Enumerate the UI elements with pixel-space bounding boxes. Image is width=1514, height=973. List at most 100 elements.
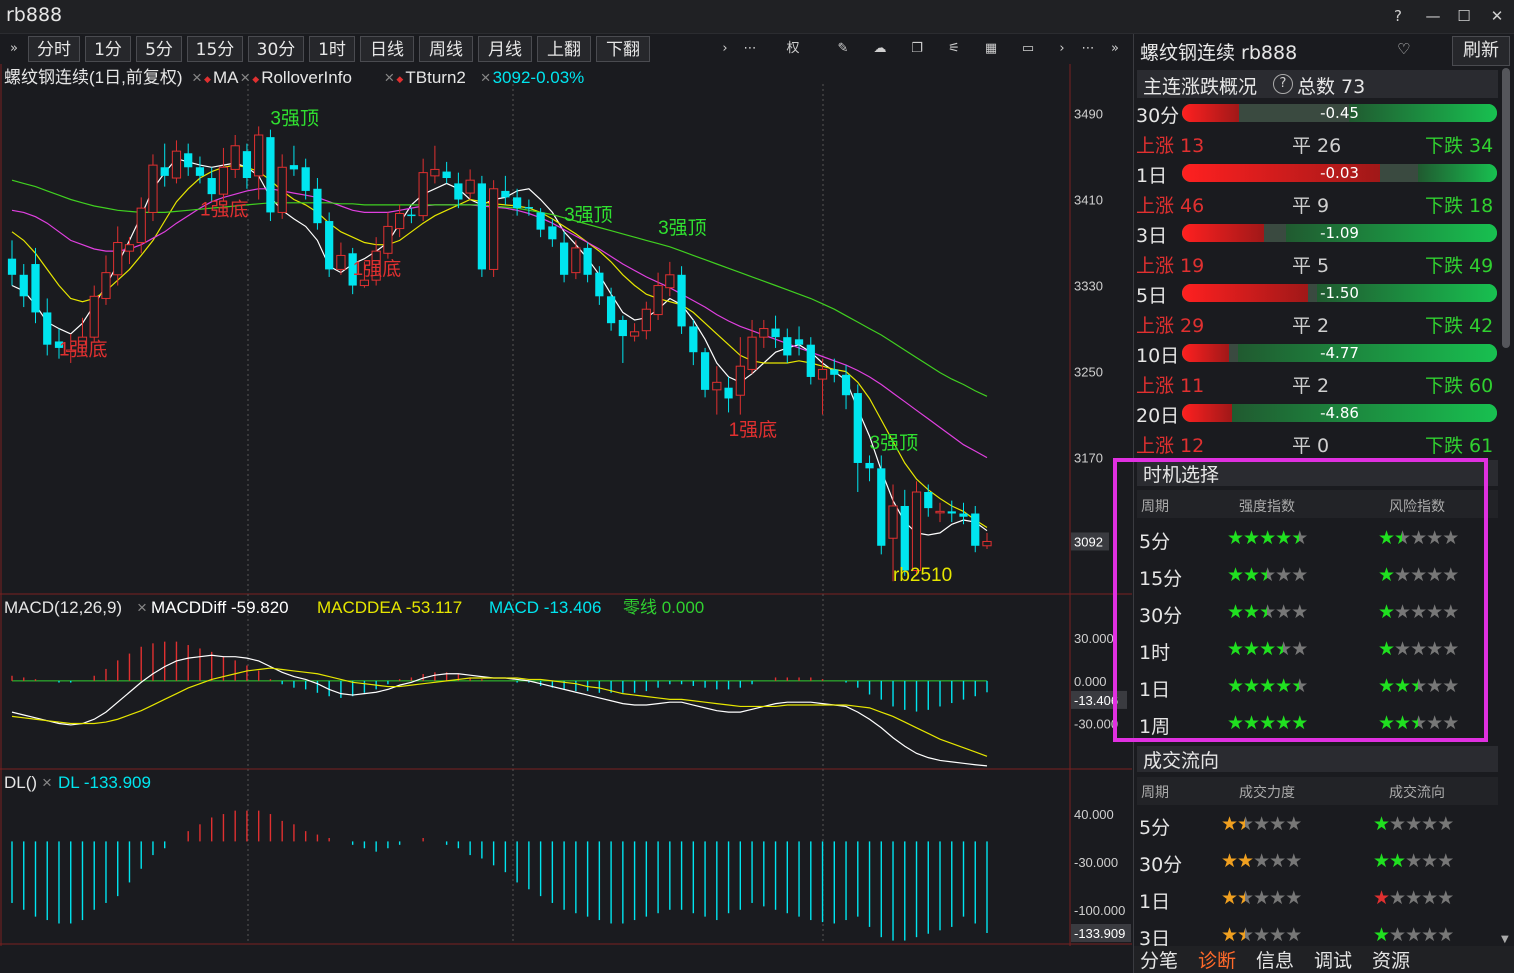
tab-1[interactable]: 诊断 bbox=[1198, 946, 1236, 973]
signal-annotation: 3强顶 bbox=[870, 433, 919, 454]
ytick-main: 3330 bbox=[1074, 279, 1103, 294]
signal-annotation: 3强顶 bbox=[270, 108, 319, 129]
expand-left-icon[interactable]: » bbox=[4, 39, 24, 59]
chevron-right-icon[interactable]: › bbox=[1052, 39, 1072, 59]
period-label: 1日 bbox=[1136, 165, 1168, 187]
flat-count: 平 26 bbox=[1292, 135, 1342, 157]
up-count: 上涨 29 bbox=[1136, 315, 1205, 337]
maximize-icon[interactable]: ☐ bbox=[1453, 5, 1475, 27]
calculator-icon[interactable]: ▦ bbox=[981, 39, 1001, 59]
panel-scrollbar[interactable] bbox=[1502, 68, 1510, 348]
period-button-0[interactable]: 分时 bbox=[28, 36, 80, 62]
close-indicator-icon: × bbox=[42, 773, 52, 792]
indicator-dot-icon: ◆ bbox=[204, 74, 211, 84]
favorite-heart-icon[interactable]: ♡ bbox=[1397, 40, 1410, 58]
period-button-2[interactable]: 5分 bbox=[136, 36, 182, 62]
dl-legend-name: DL() bbox=[4, 773, 37, 792]
chevron-right-icon[interactable]: › bbox=[715, 39, 735, 59]
ytick-main: 3250 bbox=[1074, 365, 1103, 380]
force-stars: ★★★★★ bbox=[1221, 887, 1302, 909]
direction-stars: ★★★★★ bbox=[1373, 813, 1454, 835]
period-label: 10日 bbox=[1136, 345, 1180, 367]
tab-2[interactable]: 信息 bbox=[1256, 946, 1294, 973]
updown-bar: -4.77 bbox=[1182, 344, 1497, 362]
period-button-10[interactable]: 下翻 bbox=[596, 36, 650, 62]
help-icon[interactable]: ? bbox=[1273, 74, 1293, 94]
period-button-7[interactable]: 周线 bbox=[419, 36, 473, 62]
close-icon[interactable]: ✕ bbox=[1486, 5, 1508, 27]
tab-0[interactable]: 分笔 bbox=[1140, 946, 1178, 973]
right-panel: 螺纹钢连续 rb888 ♡ 刷新 主连涨跌概况? 总数 73 30分 -0.45 上涨 1… bbox=[1113, 34, 1514, 973]
flat-count: 平 0 bbox=[1292, 435, 1330, 457]
force-stars: ★★★★★ bbox=[1221, 813, 1302, 835]
minimize-icon[interactable]: — bbox=[1422, 5, 1444, 27]
instrument-title: 螺纹钢连续 rb888 bbox=[1140, 42, 1298, 64]
candle bbox=[477, 175, 486, 277]
macd-last-label: -13.406 bbox=[1074, 693, 1118, 708]
macd-legend-diff: MACDDiff -59.820 bbox=[151, 598, 289, 617]
flow-col-force: 成交力度 bbox=[1239, 785, 1295, 801]
dl-legend-value: DL -133.909 bbox=[58, 773, 151, 792]
ytick-dl: -30.000 bbox=[1074, 855, 1118, 870]
tab-3[interactable]: 调试 bbox=[1314, 946, 1352, 973]
updown-bar: -0.03 bbox=[1182, 164, 1497, 182]
timing-highlight-box bbox=[1113, 458, 1488, 742]
down-count: 下跌 34 bbox=[1425, 135, 1494, 157]
help-icon[interactable]: ? bbox=[1387, 5, 1409, 27]
flat-count: 平 9 bbox=[1292, 195, 1330, 217]
pen-icon[interactable]: ✎ bbox=[833, 39, 853, 59]
sliders-icon[interactable]: ⚟ bbox=[944, 39, 964, 59]
bar-value: -0.45 bbox=[1320, 104, 1359, 122]
updown-bar: -1.09 bbox=[1182, 224, 1497, 242]
dl-last-label: -133.909 bbox=[1074, 926, 1125, 941]
signal-annotation: 1强底 bbox=[353, 258, 402, 280]
period-button-3[interactable]: 15分 bbox=[187, 36, 243, 62]
ytick-macd: 0.000 bbox=[1074, 674, 1107, 689]
period-button-6[interactable]: 日线 bbox=[360, 36, 414, 62]
scroll-down-icon[interactable]: ▼ bbox=[1501, 934, 1509, 945]
close-indicator-icon: × bbox=[481, 68, 491, 87]
main-legend-item: TBturn2 bbox=[405, 68, 465, 87]
period-button-5[interactable]: 1时 bbox=[309, 36, 355, 62]
updown-bar: -1.50 bbox=[1182, 284, 1497, 302]
down-count: 下跌 61 bbox=[1425, 435, 1494, 457]
tab-4[interactable]: 资源 bbox=[1372, 946, 1410, 973]
close-indicator-icon: × bbox=[192, 68, 202, 87]
down-count: 下跌 49 bbox=[1425, 255, 1494, 277]
signal-annotation: 1强底 bbox=[729, 419, 778, 441]
cloud-icon[interactable]: ☁ bbox=[870, 39, 890, 59]
bar-value: -4.77 bbox=[1320, 344, 1359, 362]
layers-icon[interactable]: ❐ bbox=[907, 39, 927, 59]
up-count: 上涨 46 bbox=[1136, 195, 1205, 217]
period-button-9[interactable]: 上翻 bbox=[537, 36, 591, 62]
candle bbox=[489, 180, 499, 277]
candle bbox=[877, 455, 886, 555]
up-count: 上涨 13 bbox=[1136, 135, 1205, 157]
indicator-dot-icon: ◆ bbox=[396, 74, 403, 84]
flat-count: 平 2 bbox=[1292, 315, 1330, 337]
up-count: 上涨 11 bbox=[1136, 375, 1205, 397]
period-button-1[interactable]: 1分 bbox=[85, 36, 131, 62]
weight-icon[interactable]: 权 bbox=[783, 39, 803, 59]
direction-stars: ★★★★★ bbox=[1373, 924, 1454, 946]
window-title: rb888 bbox=[6, 4, 63, 26]
bar-value: -4.86 bbox=[1320, 404, 1359, 422]
period-label: 5日 bbox=[1136, 285, 1168, 307]
ytick-dl: -100.000 bbox=[1074, 903, 1125, 918]
period-label: 3日 bbox=[1136, 225, 1168, 247]
period-button-8[interactable]: 月线 bbox=[478, 36, 532, 62]
main-legend-item: RolloverInfo bbox=[261, 68, 352, 87]
down-count: 下跌 60 bbox=[1425, 375, 1494, 397]
double-chevron-right-icon[interactable]: » bbox=[1105, 39, 1125, 59]
more-icon[interactable]: ⋯ bbox=[1078, 39, 1098, 59]
window-icon[interactable]: ▭ bbox=[1018, 39, 1038, 59]
ytick-dl: 40.000 bbox=[1074, 807, 1114, 822]
refresh-button[interactable]: 刷新 bbox=[1452, 36, 1510, 66]
force-stars: ★★★★★ bbox=[1221, 850, 1302, 872]
bar-value: -1.50 bbox=[1320, 284, 1359, 302]
flow-title: 成交流向 bbox=[1143, 750, 1220, 772]
more-icon[interactable]: ⋯ bbox=[740, 39, 760, 59]
chart-area[interactable]: 3490 3410 3330 3250 3170 3092 3强顶 1强底 1强底 1强底 3强顶 3… bbox=[0, 64, 1132, 946]
bar-value: -1.09 bbox=[1320, 224, 1359, 242]
period-button-4[interactable]: 30分 bbox=[248, 36, 304, 62]
